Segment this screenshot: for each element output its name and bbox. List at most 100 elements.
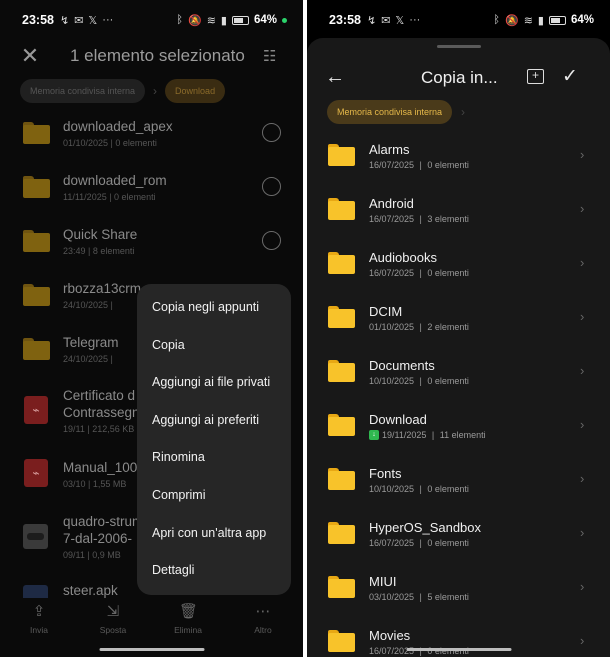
folder-icon	[23, 176, 50, 198]
breadcrumb-current[interactable]: Download	[165, 79, 226, 103]
chevron-right-icon: ›	[580, 471, 585, 486]
select-radio[interactable]	[262, 123, 281, 142]
folder-row-dcim[interactable]: DCIM 01/10/2025 | 2 elementi ›	[307, 290, 610, 344]
folder-icon	[23, 284, 50, 306]
folder-icon	[328, 360, 355, 382]
sheet-handle[interactable]	[436, 45, 481, 48]
chevron-right-icon: ›	[580, 417, 585, 432]
wifi-icon: ≋	[206, 14, 216, 27]
menu-item-copy[interactable]: Copia	[137, 327, 291, 365]
download-badge-icon: ↓	[369, 430, 379, 440]
folder-row-documents[interactable]: Documents 10/10/2025 | 0 elementi ›	[307, 344, 610, 398]
list-item[interactable]: Quick Share 23:49 | 8 elementi	[0, 213, 303, 267]
folder-row-alarms[interactable]: Alarms 16/07/2025 | 0 elementi ›	[307, 128, 610, 182]
chevron-right-icon: ›	[580, 255, 585, 270]
folder-icon	[328, 198, 355, 220]
list-item[interactable]: downloaded_apex 01/10/2025 | 0 elementi	[0, 105, 303, 159]
folder-row-miui[interactable]: MIUI 03/10/2025 | 5 elementi ›	[307, 560, 610, 614]
close-icon[interactable]: ✕	[20, 45, 40, 67]
status-bar: 23:58 ↯ ✉ 𝕏 ··· ᛒ 🔕 ≋ ▮ 64%	[0, 0, 303, 40]
chevron-right-icon: ›	[461, 105, 466, 119]
more-notifications-icon: ···	[102, 14, 114, 26]
back-arrow-icon[interactable]: ←	[325, 66, 345, 89]
file-name: downloaded_apex	[63, 119, 173, 134]
menu-item-add-private[interactable]: Aggiungi ai file privati	[137, 364, 291, 402]
folder-row-android[interactable]: Android 16/07/2025 | 3 elementi ›	[307, 182, 610, 236]
signal-icon: ▮	[537, 14, 544, 27]
folder-name: Alarms	[369, 142, 410, 157]
file-meta: 03/10 | 1,55 MB	[63, 479, 127, 489]
folder-row-fonts[interactable]: Fonts 10/10/2025 | 0 elementi ›	[307, 452, 610, 506]
context-menu: Copia negli appunti Copia Aggiungi ai fi…	[137, 284, 291, 595]
nfc-icon: ↯	[59, 14, 70, 27]
select-all-icon[interactable]: ☷	[263, 47, 281, 65]
menu-item-open-with[interactable]: Apri con un'altra app	[137, 515, 291, 553]
delete-button[interactable]: 🗑 Elimina	[158, 603, 218, 635]
left-screen: 23:58 ↯ ✉ 𝕏 ··· ᛒ 🔕 ≋ ▮ 64% ✕ 1 elemento…	[0, 0, 303, 657]
folder-meta: 03/10/2025 | 5 elementi	[369, 592, 469, 602]
file-meta: 11/11/2025 | 0 elementi	[63, 192, 156, 202]
chevron-right-icon: ›	[580, 363, 585, 378]
privacy-dot-icon	[282, 17, 287, 23]
message-icon: ✉	[74, 14, 84, 27]
folder-row-hyperos-sandbox[interactable]: HyperOS_Sandbox 16/07/2025 | 0 elementi …	[307, 506, 610, 560]
menu-item-details[interactable]: Dettagli	[137, 552, 291, 590]
chevron-right-icon: ›	[153, 84, 158, 98]
new-folder-icon[interactable]: +	[527, 69, 544, 84]
more-button[interactable]: ⋯ Altro	[233, 603, 293, 635]
checkmark-icon[interactable]: ✓	[562, 65, 578, 88]
home-indicator[interactable]	[406, 648, 511, 651]
sheet-title: Copia in...	[421, 68, 498, 87]
folder-name: Fonts	[369, 466, 402, 481]
home-indicator[interactable]	[99, 648, 204, 651]
folder-meta: 10/10/2025 | 0 elementi	[369, 376, 469, 386]
bottom-action-bar: ⇪ Invia ⇲ Sposta 🗑 Elimina ⋯ Altro	[0, 598, 303, 657]
file-meta: 24/10/2025 |	[63, 354, 113, 364]
folder-icon	[23, 338, 50, 360]
chevron-right-icon: ›	[580, 633, 585, 648]
menu-item-rename[interactable]: Rinomina	[137, 439, 291, 477]
file-name: steer.apk	[63, 583, 118, 598]
file-meta: 09/11 | 0,9 MB	[63, 550, 121, 560]
right-screen: 23:58 ↯ ✉ 𝕏 ··· ᛒ 🔕 ≋ ▮ 64% ← Copia in..…	[307, 0, 610, 657]
file-name: rbozza13crm	[63, 281, 142, 296]
select-radio[interactable]	[262, 177, 281, 196]
chevron-right-icon: ›	[580, 579, 585, 594]
folder-icon	[328, 576, 355, 598]
folder-name: Android	[369, 196, 414, 211]
breadcrumb-current[interactable]: Memoria condivisa interna	[327, 100, 453, 124]
bluetooth-icon: ᛒ	[493, 14, 500, 26]
pdf-icon: ⌁	[24, 396, 48, 424]
select-radio[interactable]	[262, 231, 281, 250]
copy-to-sheet: ← Copia in... + ✓ Memoria condivisa inte…	[307, 38, 610, 657]
menu-item-copy-clipboard[interactable]: Copia negli appunti	[137, 289, 291, 327]
breadcrumb: Memoria condivisa interna › Download	[20, 79, 226, 103]
folder-row-download[interactable]: Download ↓ 19/11/2025 | 11 elementi ›	[307, 398, 610, 452]
share-button[interactable]: ⇪ Invia	[9, 603, 69, 635]
file-name: Quick Share	[63, 227, 138, 242]
signal-icon: ▮	[220, 14, 227, 27]
image-thumb-icon	[23, 524, 48, 549]
breadcrumb-root[interactable]: Memoria condivisa interna	[20, 79, 146, 103]
file-name-line2: 7-dal-2006-	[63, 531, 133, 546]
folder-name: Movies	[369, 628, 411, 643]
file-name: Telegram	[63, 335, 119, 350]
folder-name: Audiobooks	[369, 250, 437, 265]
folder-meta: 16/07/2025 | 0 elementi	[369, 538, 469, 548]
menu-item-add-favorites[interactable]: Aggiungi ai preferiti	[137, 402, 291, 440]
folder-meta: 16/07/2025 | 0 elementi	[369, 268, 469, 278]
file-name: Certificato d	[63, 388, 136, 403]
x-icon: 𝕏	[88, 14, 98, 27]
move-button[interactable]: ⇲ Sposta	[83, 603, 143, 635]
folder-name: Download	[369, 412, 427, 427]
folder-icon	[328, 468, 355, 490]
list-item[interactable]: downloaded_rom 11/11/2025 | 0 elementi	[0, 159, 303, 213]
folder-row-audiobooks[interactable]: Audiobooks 16/07/2025 | 0 elementi ›	[307, 236, 610, 290]
file-name-line2: Contrassegno	[63, 405, 148, 420]
battery-icon	[548, 15, 566, 25]
folder-meta: 16/07/2025 | 3 elementi	[369, 214, 469, 224]
menu-item-compress[interactable]: Comprimi	[137, 477, 291, 515]
pdf-icon: ⌁	[24, 459, 48, 487]
folder-name: MIUI	[369, 574, 397, 589]
battery-percent: 64%	[570, 14, 594, 26]
